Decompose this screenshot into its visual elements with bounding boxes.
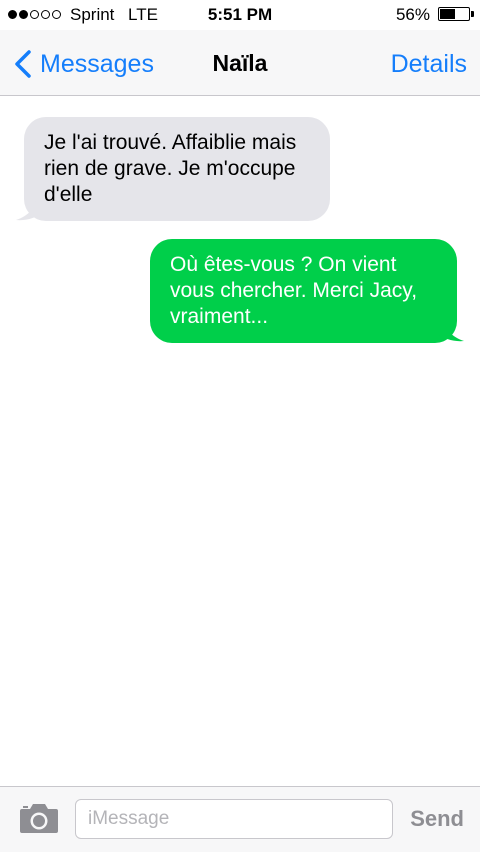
navigation-bar: Messages Naïla Details (0, 30, 480, 96)
sent-message-bubble: Où êtes-vous ? On vient vous chercher. M… (150, 239, 457, 343)
received-message-bubble: Je l'ai trouvé. Affaiblie mais rien de g… (24, 117, 330, 221)
battery-level-fill (440, 9, 455, 19)
battery-icon (438, 7, 474, 21)
details-button[interactable]: Details (391, 50, 467, 79)
received-bubble-tail (16, 198, 44, 221)
imessage-input[interactable] (75, 799, 393, 839)
conversation-area[interactable]: Je l'ai trouvé. Affaiblie mais rien de g… (0, 97, 480, 785)
send-button[interactable]: Send (410, 806, 464, 832)
sent-bubble-tail (436, 319, 464, 342)
battery-percentage: 56% (395, 5, 430, 24)
message-input-bar: Send (0, 786, 480, 852)
status-bar: Sprint LTE 5:51 PM 56% (0, 0, 480, 30)
camera-icon[interactable] (18, 801, 60, 835)
